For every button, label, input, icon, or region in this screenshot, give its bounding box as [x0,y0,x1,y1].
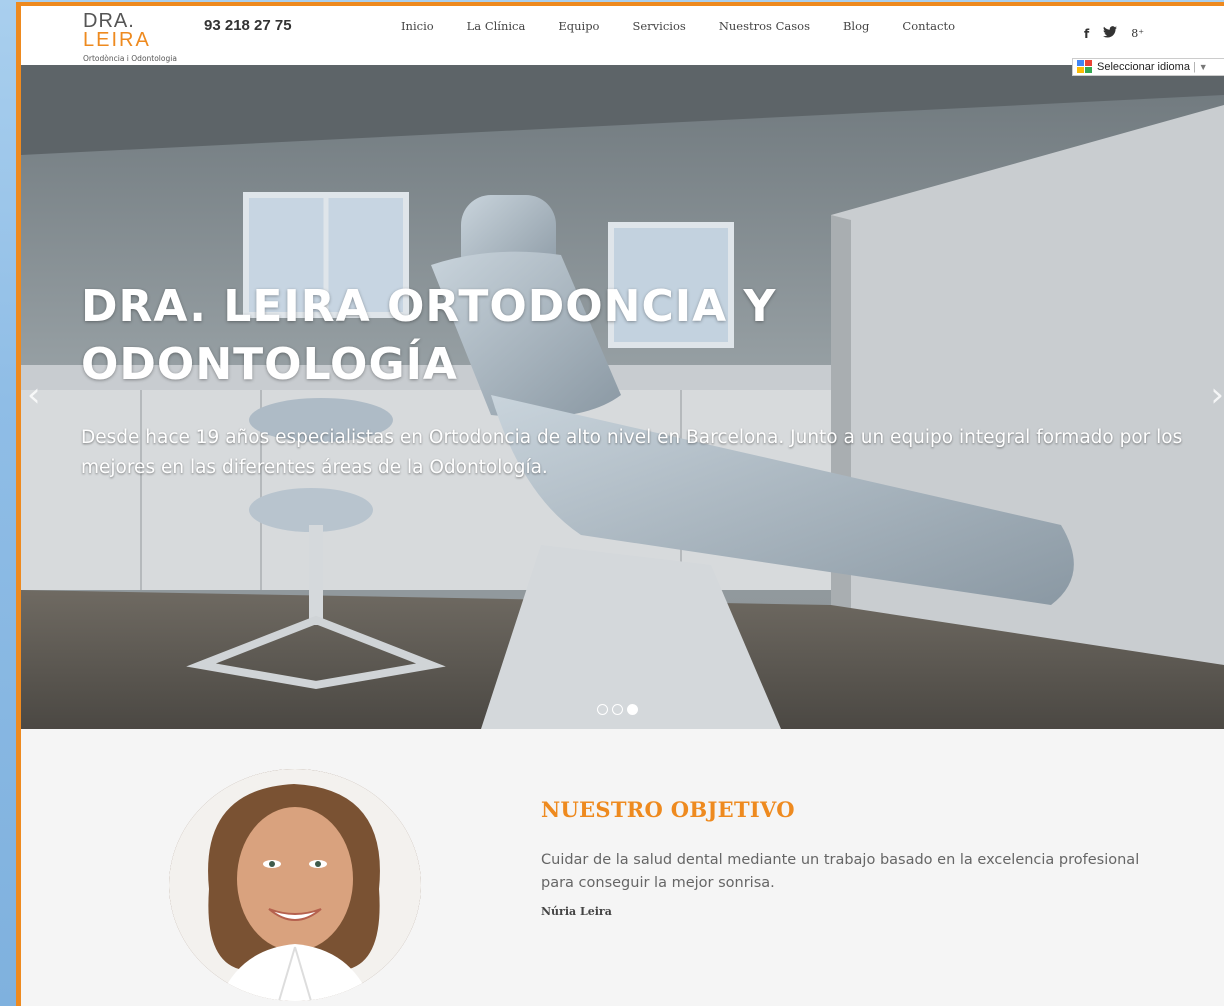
facebook-icon[interactable]: f [1084,27,1089,41]
nav-item-la-clinica[interactable]: La Clínica [467,19,526,33]
logo-main-text: LEIRA [83,29,151,51]
chevron-down-icon: ▼ [1198,62,1208,72]
nav-item-servicios[interactable]: Servicios [633,19,686,33]
language-selector-label: Seleccionar idioma [1097,61,1190,73]
twitter-icon[interactable] [1103,26,1118,41]
site-logo[interactable]: DRA. LEIRA Ortodòncia i Odontologia [83,10,203,64]
social-links: f 8⁺ [1084,26,1144,41]
doctor-portrait [169,769,421,1001]
slider-next-icon[interactable]: › [1210,375,1224,415]
browser-page-frame: DRA. LEIRA Ortodòncia i Odontologia 93 2… [16,2,1224,1006]
slider-pagination [597,704,638,715]
google-translate-icon [1077,60,1093,74]
objective-signature: Núria Leira [541,905,612,918]
logo-subtitle: Ortodòncia i Odontologia [83,54,177,63]
slide-dot-3[interactable] [627,704,638,715]
slide-dot-1[interactable] [597,704,608,715]
phone-number[interactable]: 93 218 27 75 [204,17,292,34]
objective-title: NUESTRO OBJETIVO [541,797,795,822]
nav-item-inicio[interactable]: Inicio [401,19,434,33]
nav-item-blog[interactable]: Blog [843,19,869,33]
nav-item-equipo[interactable]: Equipo [558,19,599,33]
slider-prev-icon[interactable]: ‹ [27,375,41,415]
googleplus-icon[interactable]: 8⁺ [1131,27,1144,40]
hero-slider: DRA. LEIRA ORTODONCIA Y ODONTOLOGÍA Desd… [21,65,1224,729]
slide-dot-2[interactable] [612,704,623,715]
logo-top-text: DRA. [83,10,135,32]
hero-title: DRA. LEIRA ORTODONCIA Y ODONTOLOGÍA [81,281,777,390]
nav-item-nuestros-casos[interactable]: Nuestros Casos [719,19,810,33]
language-selector[interactable]: Seleccionar idioma | ▼ [1072,58,1224,76]
nav-item-contacto[interactable]: Contacto [902,19,955,33]
language-selector-separator: | [1192,61,1196,73]
objective-text: Cuidar de la salud dental mediante un tr… [541,852,1140,891]
site-header: DRA. LEIRA Ortodòncia i Odontologia 93 2… [21,6,1224,65]
main-nav: Inicio La Clínica Equipo Servicios Nuest… [401,19,988,33]
hero-description: Desde hace 19 años especialistas en Orto… [81,427,1183,478]
hero-background-image [21,65,1224,729]
